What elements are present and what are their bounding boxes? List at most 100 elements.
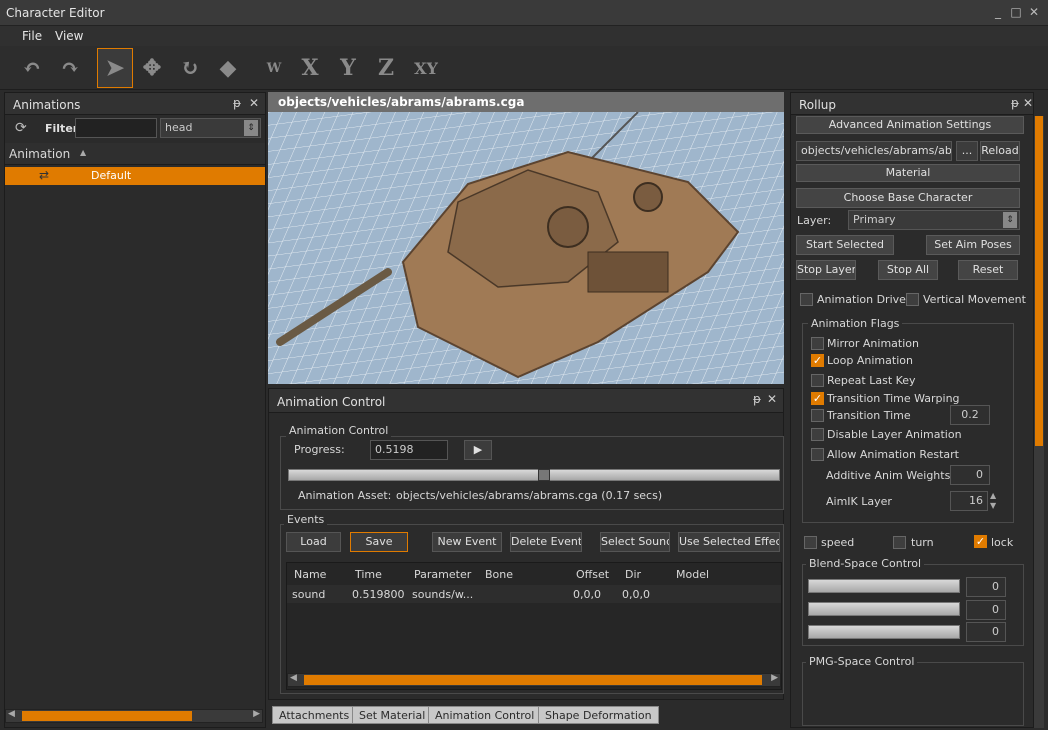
flag-label: Disable Layer Animation	[827, 428, 962, 441]
rotate-tool-icon[interactable]: ↻	[174, 52, 206, 84]
events-scrollbar[interactable]: ◀ ▶	[287, 673, 781, 687]
animation-driven-checkbox[interactable]	[800, 293, 813, 306]
menu-file[interactable]: File	[22, 29, 42, 43]
aimik-spinner-icon[interactable]: ▲ ▼	[990, 491, 996, 511]
blend-slider-2[interactable]	[808, 602, 960, 616]
column-time[interactable]: Time	[355, 568, 382, 581]
menu-view[interactable]: View	[55, 29, 83, 43]
turn-checkbox[interactable]	[893, 536, 906, 549]
refresh-icon[interactable]: ⟳	[15, 120, 27, 136]
material-button[interactable]: Material	[796, 164, 1020, 182]
column-dir[interactable]: Dir	[625, 568, 641, 581]
tab-attachments[interactable]: Attachments	[272, 706, 357, 724]
rollup-scroll-thumb[interactable]	[1035, 116, 1043, 446]
preset-value: head	[165, 121, 193, 134]
tab-animation-control[interactable]: Animation Control	[428, 706, 542, 724]
flag-checkbox[interactable]: ✓	[811, 392, 824, 405]
scroll-left-icon[interactable]: ◀	[290, 673, 297, 683]
scale-tool-icon[interactable]: ◆	[212, 52, 244, 84]
move-tool-icon[interactable]: ✥	[136, 52, 168, 84]
axis-x-icon[interactable]: X	[294, 52, 326, 84]
stop-all-button[interactable]: Stop All	[878, 260, 938, 280]
layer-select[interactable]: Primary ⇕	[848, 210, 1020, 230]
stop-layer-button[interactable]: Stop Layer	[796, 260, 856, 280]
character-path-field[interactable]: objects/vehicles/abrams/abram	[796, 141, 952, 161]
tab-set-material[interactable]: Set Material	[352, 706, 433, 724]
scroll-right-icon[interactable]: ▶	[253, 709, 260, 719]
blend-value-3[interactable]: 0	[966, 622, 1006, 642]
pmg-space-group	[802, 662, 1024, 726]
column-bone[interactable]: Bone	[485, 568, 513, 581]
select-tool-icon[interactable]: ➤	[97, 48, 133, 88]
browse-button[interactable]: ...	[956, 141, 978, 161]
blend-slider-1[interactable]	[808, 579, 960, 593]
flag-checkbox[interactable]	[811, 337, 824, 350]
blend-value-2[interactable]: 0	[966, 600, 1006, 620]
advanced-animation-settings-header[interactable]: Advanced Animation Settings	[796, 116, 1024, 134]
flag-checkbox[interactable]	[811, 448, 824, 461]
close-icon[interactable]: ✕	[767, 392, 777, 406]
animation-node-icon: ⇄	[39, 168, 50, 182]
reload-button[interactable]: Reload	[980, 141, 1020, 161]
maximize-button[interactable]: □	[1008, 4, 1024, 20]
flag-checkbox[interactable]	[811, 409, 824, 422]
set-aim-poses-button[interactable]: Set Aim Poses	[926, 235, 1020, 255]
choose-base-character-button[interactable]: Choose Base Character	[796, 188, 1020, 208]
scroll-thumb[interactable]	[304, 675, 762, 685]
scroll-thumb[interactable]	[22, 711, 192, 721]
pin-icon[interactable]: ᵽ	[753, 392, 761, 406]
animation-control-group-label: Animation Control	[286, 424, 392, 437]
save-button[interactable]: Save	[350, 532, 408, 552]
animation-column-header[interactable]: Animation ▲	[5, 143, 265, 165]
blend-slider-3[interactable]	[808, 625, 960, 639]
progress-field[interactable]: 0.5198	[370, 440, 448, 460]
undo-icon[interactable]: ↶	[16, 52, 48, 84]
transition-time-field[interactable]: 0.2	[950, 405, 990, 425]
3d-viewport[interactable]	[268, 112, 784, 384]
world-axis-icon[interactable]: W	[258, 52, 290, 84]
close-icon[interactable]: ✕	[249, 96, 259, 110]
progress-slider-handle[interactable]	[537, 469, 550, 481]
aimik-layer-field[interactable]: 16	[950, 491, 988, 511]
axis-y-icon[interactable]: Y	[332, 52, 364, 84]
speed-checkbox[interactable]	[804, 536, 817, 549]
list-item[interactable]: ⇄ Default	[5, 167, 265, 185]
play-button[interactable]: ▶	[464, 440, 492, 460]
redo-icon[interactable]: ↷	[54, 52, 86, 84]
reset-button[interactable]: Reset	[958, 260, 1018, 280]
flag-checkbox[interactable]: ✓	[811, 354, 824, 367]
load-button[interactable]: Load	[286, 532, 341, 552]
progress-slider[interactable]	[288, 469, 780, 481]
select-sound-button[interactable]: Select Sound	[600, 532, 670, 552]
start-selected-button[interactable]: Start Selected	[796, 235, 894, 255]
close-window-button[interactable]: ✕	[1026, 4, 1042, 20]
pin-icon[interactable]: ᵽ	[233, 96, 241, 110]
animations-scrollbar[interactable]: ◀ ▶	[5, 709, 263, 723]
flag-checkbox[interactable]	[811, 374, 824, 387]
rollup-scrollbar[interactable]	[1034, 116, 1044, 728]
vertical-movement-checkbox[interactable]	[906, 293, 919, 306]
scroll-left-icon[interactable]: ◀	[8, 709, 15, 719]
column-offset[interactable]: Offset	[576, 568, 609, 581]
delete-event-button[interactable]: Delete Event	[510, 532, 582, 552]
pin-icon[interactable]: ᵽ	[1011, 96, 1019, 110]
filter-input[interactable]	[75, 118, 157, 138]
preset-select[interactable]: head ⇕	[160, 118, 261, 138]
close-icon[interactable]: ✕	[1023, 96, 1033, 110]
axis-z-icon[interactable]: Z	[370, 52, 402, 84]
rollup-title: Rollup	[799, 98, 837, 112]
column-name[interactable]: Name	[294, 568, 326, 581]
use-selected-effect-button[interactable]: Use Selected Effect	[678, 532, 780, 552]
axis-xy-icon[interactable]: XY	[408, 52, 444, 84]
flag-checkbox[interactable]	[811, 428, 824, 441]
minimize-button[interactable]: _	[990, 4, 1006, 20]
column-parameter[interactable]: Parameter	[414, 568, 471, 581]
column-model[interactable]: Model	[676, 568, 709, 581]
additive-weights-field[interactable]: 0	[950, 465, 990, 485]
scroll-right-icon[interactable]: ▶	[771, 673, 778, 683]
tab-shape-deformation[interactable]: Shape Deformation	[538, 706, 659, 724]
lock-checkbox[interactable]: ✓	[974, 535, 987, 548]
new-event-button[interactable]: New Event	[432, 532, 502, 552]
blend-value-1[interactable]: 0	[966, 577, 1006, 597]
additive-weights-label: Additive Anim Weights	[826, 469, 951, 482]
